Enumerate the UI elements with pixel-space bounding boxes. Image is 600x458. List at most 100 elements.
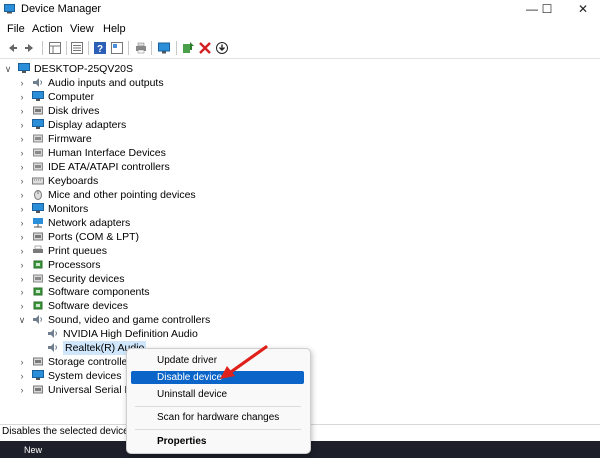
menu-divider	[135, 406, 301, 407]
tree-item[interactable]: › Processors	[0, 258, 600, 272]
disk-icon	[33, 106, 43, 115]
tree-item-label: Audio inputs and outputs	[48, 77, 164, 90]
chevron-right-icon[interactable]: ›	[17, 285, 27, 299]
tree-item-label: Monitors	[48, 202, 89, 215]
chevron-right-icon[interactable]: ›	[17, 230, 27, 244]
chevron-right-icon[interactable]: ›	[17, 174, 27, 188]
chevron-right-icon[interactable]: ›	[17, 272, 27, 286]
tree-item[interactable]: › Security devices	[0, 272, 600, 286]
chevron-right-icon[interactable]: ›	[17, 244, 27, 258]
tree-item-label: Software devices	[48, 300, 128, 313]
tree-item[interactable]: › Disk drives	[0, 104, 600, 118]
tree-item-label: NVIDIA High Definition Audio	[63, 328, 198, 341]
security-icon	[33, 274, 43, 282]
update-driver-icon[interactable]	[181, 41, 195, 55]
tree-item[interactable]: › Software components	[0, 285, 600, 299]
tree-item[interactable]: › Network adapters	[0, 216, 600, 230]
menu-uninstall-device[interactable]: Uninstall device	[131, 388, 304, 401]
tree-item[interactable]: › Keyboards	[0, 174, 600, 188]
menu-bar: File Action View Help	[0, 19, 600, 39]
tree-item[interactable]: › Human Interface Devices	[0, 146, 600, 160]
chevron-right-icon[interactable]: ›	[17, 369, 27, 383]
chevron-down-icon[interactable]: ∨	[3, 62, 13, 76]
monitor-icon[interactable]	[157, 41, 171, 55]
tree-item[interactable]: ∨ Sound, video and game controllers	[0, 313, 600, 327]
print-icon[interactable]	[134, 41, 148, 55]
tree-root-node[interactable]: ∨ DESKTOP-25QV20S	[0, 62, 600, 76]
hid-icon	[33, 148, 43, 157]
download-icon[interactable]	[215, 41, 229, 55]
keyboard-icon	[32, 177, 44, 185]
software-icon	[33, 287, 43, 296]
menu-scan-hardware[interactable]: Scan for hardware changes	[131, 411, 304, 424]
tree-item[interactable]: › Software devices	[0, 299, 600, 313]
device-manager-icon	[4, 4, 15, 14]
tree-item[interactable]: › Display adapters	[0, 118, 600, 132]
computer-icon	[18, 63, 30, 73]
chevron-right-icon[interactable]: ›	[17, 132, 27, 146]
menu-help[interactable]: Help	[103, 23, 126, 35]
menu-view[interactable]: View	[70, 23, 94, 35]
chevron-right-icon[interactable]: ›	[17, 355, 27, 369]
view-icon[interactable]	[110, 41, 124, 55]
properties-grid-icon[interactable]	[48, 41, 62, 55]
chevron-right-icon[interactable]: ›	[17, 383, 27, 397]
menu-file[interactable]: File	[7, 23, 25, 35]
taskbar-label: New	[24, 445, 43, 455]
tree-item[interactable]: › Computer	[0, 90, 600, 104]
tree-item[interactable]: › Monitors	[0, 202, 600, 216]
tree-item[interactable]: › Firmware	[0, 132, 600, 146]
tree-item-label: Print queues	[48, 244, 107, 257]
tree-item-label: Ports (COM & LPT)	[48, 230, 140, 243]
computer-icon	[32, 91, 44, 102]
mouse-icon	[34, 189, 42, 200]
tree-item-label: Software components	[48, 286, 150, 299]
chevron-right-icon[interactable]: ›	[17, 258, 27, 272]
close-button[interactable]: ✕	[568, 0, 598, 19]
tree-item[interactable]: › IDE ATA/ATAPI controllers	[0, 160, 600, 174]
tree-item-label: Network adapters	[48, 216, 131, 229]
menu-action[interactable]: Action	[32, 23, 63, 35]
title-bar: Device Manager — ☐ ✕	[0, 0, 600, 19]
chevron-right-icon[interactable]: ›	[17, 76, 27, 90]
chevron-right-icon[interactable]: ›	[17, 299, 27, 313]
speaker-icon	[33, 78, 42, 88]
chevron-right-icon[interactable]: ›	[17, 216, 27, 230]
tree-item-label: IDE ATA/ATAPI controllers	[48, 160, 170, 173]
maximize-button[interactable]: ☐	[532, 0, 562, 19]
speaker-icon	[33, 315, 42, 325]
tree-item-label: Display adapters	[48, 119, 127, 132]
chevron-down-icon[interactable]: ∨	[17, 313, 27, 327]
tree-item-label: Storage controllers	[48, 356, 137, 369]
monitor-icon	[32, 202, 44, 213]
toolbar: ?	[0, 39, 600, 59]
chevron-right-icon[interactable]: ›	[17, 160, 27, 174]
tree-item[interactable]: › Mice and other pointing devices	[0, 188, 600, 202]
tree-item-label: Computer	[48, 91, 95, 104]
chevron-right-icon[interactable]: ›	[17, 104, 27, 118]
chevron-right-icon[interactable]: ›	[17, 118, 27, 132]
display-icon	[32, 119, 44, 130]
back-icon[interactable]	[5, 41, 19, 55]
tree-item-label: Security devices	[48, 272, 125, 285]
uninstall-icon[interactable]	[198, 41, 212, 55]
details-icon[interactable]	[70, 41, 84, 55]
chevron-right-icon[interactable]: ›	[17, 90, 27, 104]
storage-icon	[33, 357, 43, 366]
menu-properties[interactable]: Properties	[131, 435, 304, 448]
tree-root-label: DESKTOP-25QV20S	[34, 63, 134, 75]
tree-item[interactable]: NVIDIA High Definition Audio	[0, 327, 600, 341]
tree-item[interactable]: › Audio inputs and outputs	[0, 76, 600, 90]
software-icon	[33, 301, 43, 310]
tree-item-label: Firmware	[48, 133, 92, 145]
speaker-icon	[48, 329, 57, 339]
help-icon[interactable]: ?	[93, 41, 107, 55]
printer-icon	[33, 245, 43, 253]
forward-icon[interactable]	[23, 41, 37, 55]
tree-item[interactable]: › Print queues	[0, 244, 600, 258]
tree-item[interactable]: › Ports (COM & LPT)	[0, 230, 600, 244]
tree-item-label: Mice and other pointing devices	[48, 188, 196, 201]
chevron-right-icon[interactable]: ›	[17, 202, 27, 216]
chevron-right-icon[interactable]: ›	[17, 146, 27, 160]
chevron-right-icon[interactable]: ›	[17, 188, 27, 202]
